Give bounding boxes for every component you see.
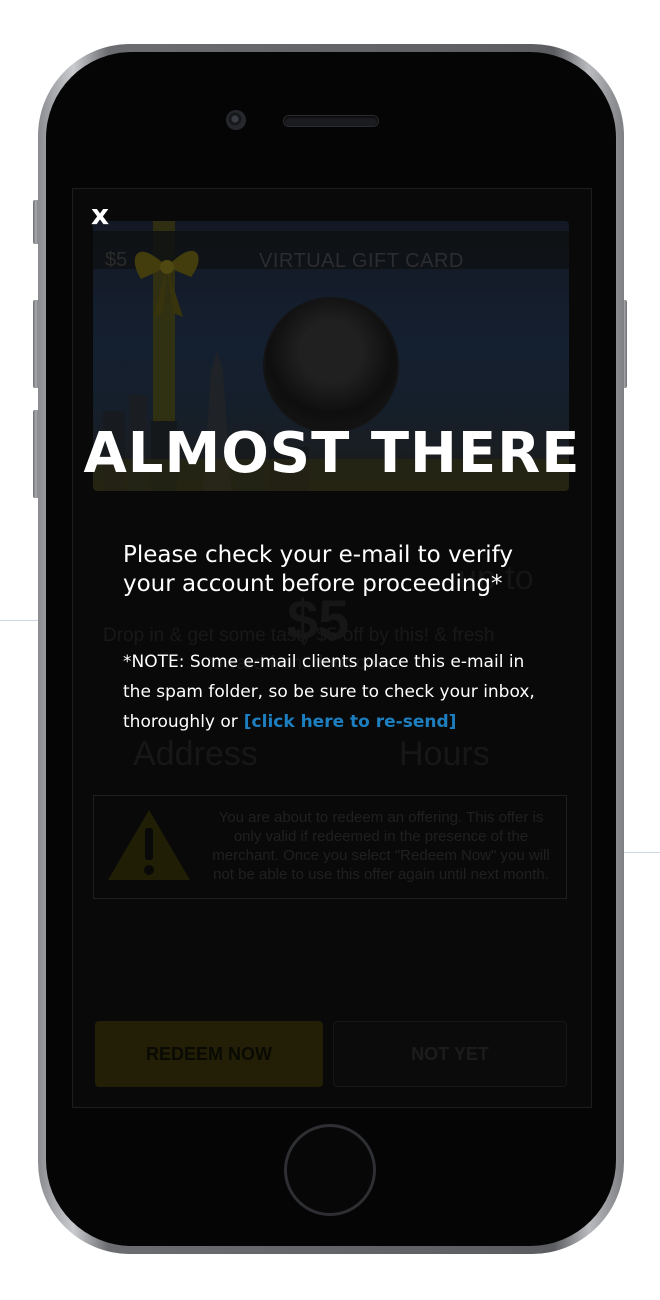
close-icon[interactable]: x (91, 199, 109, 231)
decorative-line (0, 620, 40, 621)
camera-icon (226, 110, 246, 130)
page: $5 VIRTUAL GIFT CARD up to $5 Drop in & … (0, 0, 660, 1300)
home-button-icon[interactable] (284, 1124, 376, 1216)
modal-note: *NOTE: Some e-mail clients place this e-… (123, 647, 543, 737)
modal-overlay: x ALMOST THERE Please check your e-mail … (73, 189, 591, 1107)
decorative-line (620, 852, 660, 853)
phone-screen: $5 VIRTUAL GIFT CARD up to $5 Drop in & … (72, 188, 592, 1108)
speaker-icon (284, 116, 378, 126)
modal-title: ALMOST THERE (83, 421, 581, 486)
modal-message: Please check your e-mail to verify your … (123, 542, 513, 597)
resend-link[interactable]: [click here to re-send] (244, 712, 457, 732)
